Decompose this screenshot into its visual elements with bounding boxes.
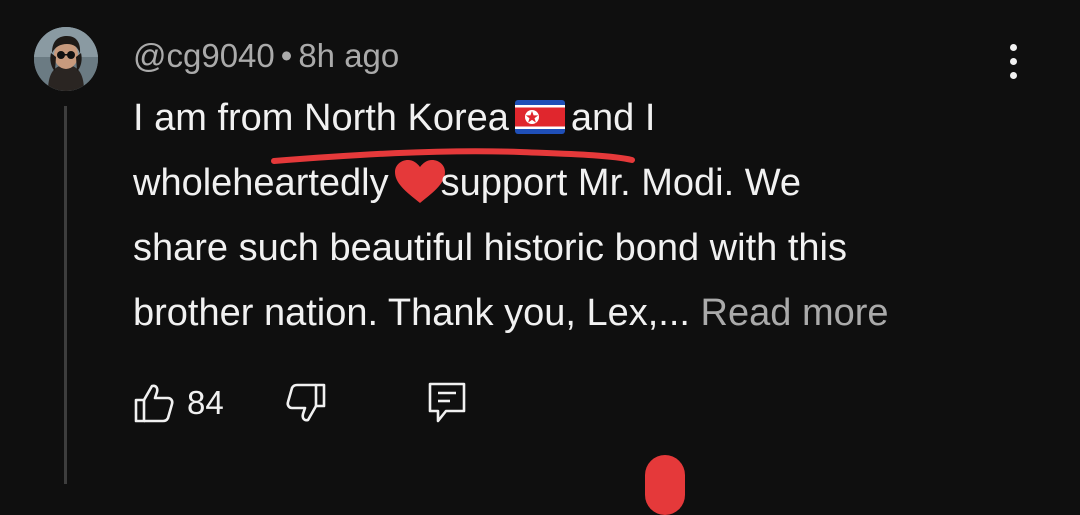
comment-text-line1a: I am from North Korea [133, 97, 509, 139]
read-more-link[interactable]: Read more [701, 292, 889, 334]
reply-comment-icon [428, 382, 466, 423]
comment-text-line4: brother nation. Thank you, Lex,... [133, 292, 690, 334]
like-count: 84 [187, 384, 224, 421]
thumbs-up-icon [134, 384, 174, 423]
avatar-photo [34, 27, 98, 91]
north-korea-flag-icon [514, 100, 565, 134]
comment-text: I am from North Korea and I wholehearted… [133, 86, 1033, 346]
meta-separator: • [280, 37, 293, 74]
comment-text-line1b: and I [570, 97, 656, 139]
comment-author[interactable]: @cg9040 [133, 37, 275, 74]
red-annotation-mark [645, 455, 685, 515]
thumbs-down-icon [286, 383, 326, 422]
like-button[interactable]: 84 [133, 378, 224, 428]
thread-line [64, 106, 67, 484]
comment-meta: @cg9040 • 8h ago [133, 37, 399, 75]
avatar[interactable] [34, 27, 98, 91]
more-vertical-icon [1010, 44, 1017, 51]
red-underline-annotation [271, 148, 635, 164]
more-options-button[interactable] [1000, 42, 1028, 82]
comment-time: 8h ago [298, 37, 400, 74]
dislike-button[interactable] [285, 382, 327, 424]
reply-button[interactable] [426, 381, 468, 425]
comment-text-line3: share such beautiful historic bond with … [133, 227, 847, 269]
